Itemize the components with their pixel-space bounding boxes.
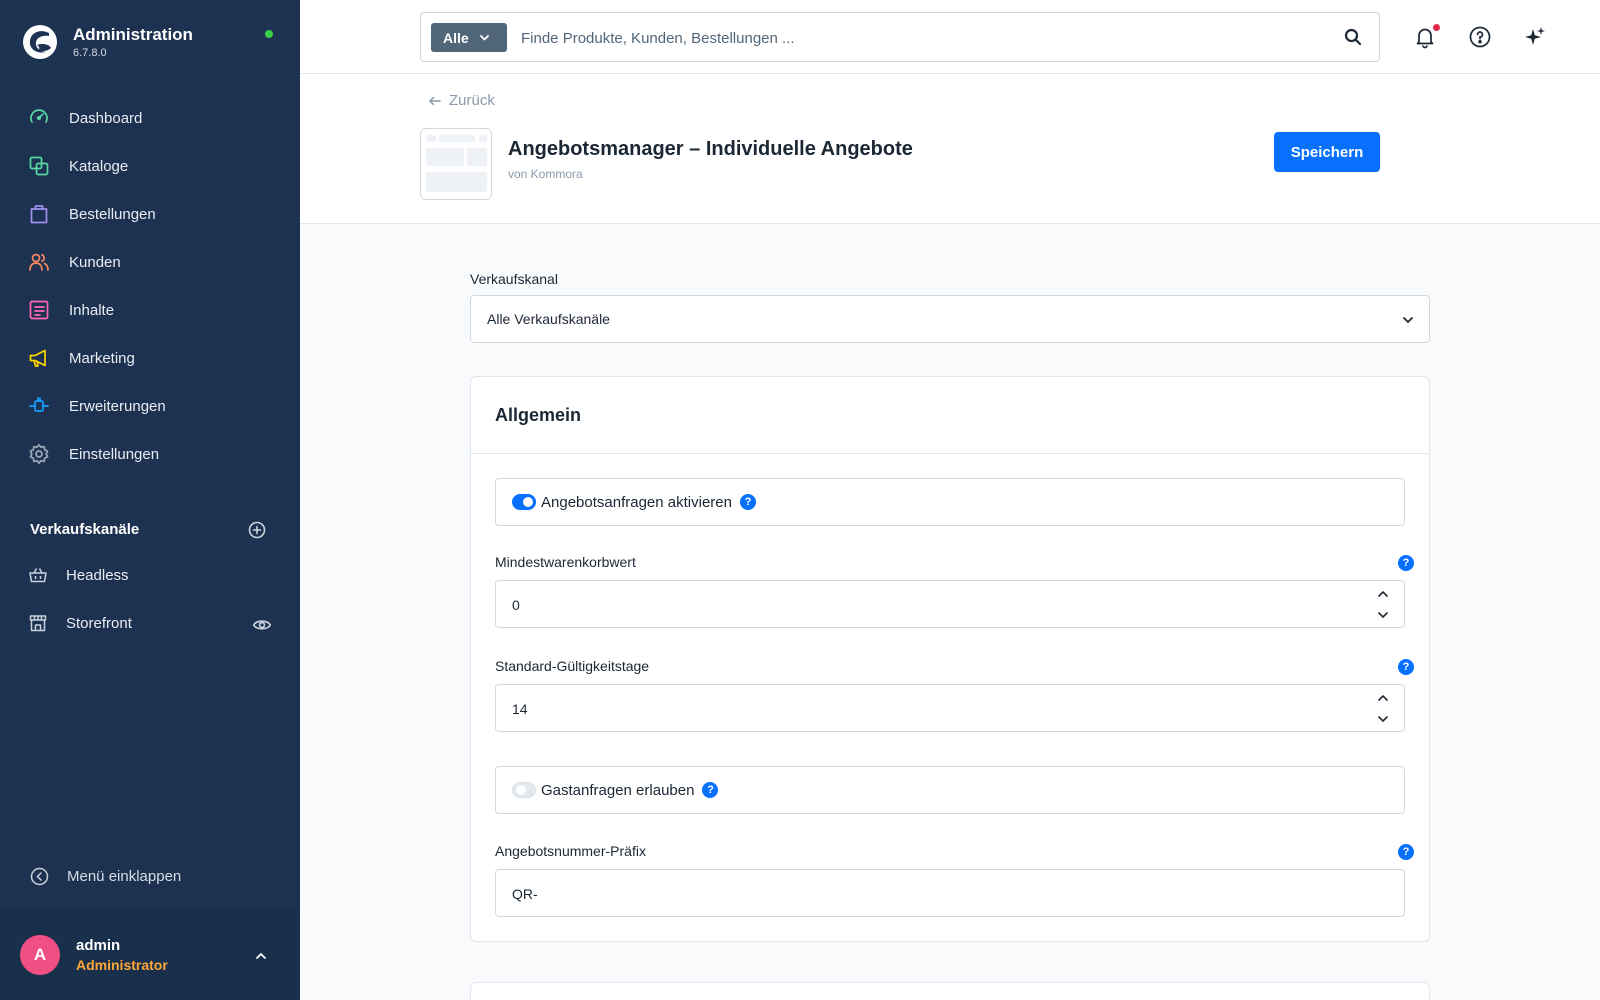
app-version: 6.7.8.0: [73, 47, 107, 59]
extension-thumbnail: [420, 128, 492, 200]
validity-days-label: Standard-Gültigkeitstage: [495, 658, 650, 674]
sidebar-item-label: Dashboard: [69, 109, 143, 127]
enable-requests-label: Angebotsanfragen aktivieren: [541, 493, 732, 511]
help-icon[interactable]: ?: [739, 494, 756, 510]
sidebar-item-customers[interactable]: Kunden: [0, 238, 300, 286]
decrement-icon[interactable]: [1376, 712, 1390, 726]
guest-requests-switch[interactable]: [512, 782, 536, 798]
sales-channel-select[interactable]: Alle Verkaufskanäle: [470, 295, 1430, 343]
chevron-down-icon: [479, 35, 489, 41]
sales-channel-headless[interactable]: Headless: [0, 551, 300, 599]
plug-icon: [29, 397, 49, 412]
main-navigation: Dashboard Kataloge Bestellungen Kunden I…: [0, 94, 300, 478]
sales-channel-label: Verkaufskanal: [470, 271, 558, 287]
catalog-icon: [29, 156, 49, 176]
search-type-dropdown[interactable]: Alle: [431, 23, 507, 52]
chevron-down-icon: [1403, 317, 1413, 323]
eye-icon[interactable]: [252, 615, 272, 635]
app-title: Administration: [73, 25, 193, 44]
gear-icon: [29, 443, 49, 465]
quote-prefix-input[interactable]: [512, 883, 1332, 905]
chevron-left-circle-icon: [30, 867, 49, 886]
help-icon[interactable]: ?: [1398, 844, 1414, 860]
sidebar-item-label: Inhalte: [69, 301, 115, 319]
ai-sparkle-icon[interactable]: [1523, 25, 1547, 49]
next-settings-card: [470, 982, 1430, 1000]
card-title: Allgemein: [495, 404, 582, 425]
customers-icon: [29, 253, 49, 271]
min-cart-field: [495, 580, 1405, 628]
help-icon[interactable]: ?: [1398, 555, 1414, 571]
page-title: Angebotsmanager – Individuelle Angebote: [508, 138, 913, 160]
validity-days-input[interactable]: [512, 698, 1332, 720]
min-cart-input[interactable]: [512, 594, 1332, 616]
quote-prefix-label: Angebotsnummer-Präfix: [495, 843, 646, 859]
page-header: Zurück Angebotsmanager – Individuelle An…: [300, 74, 1600, 224]
notification-badge: [1433, 24, 1440, 31]
arrow-left-icon: [429, 96, 441, 105]
decrement-icon[interactable]: [1376, 608, 1390, 622]
sidebar-item-dashboard[interactable]: Dashboard: [0, 94, 300, 142]
help-icon[interactable]: [1468, 25, 1492, 49]
sales-channel-list: Headless Storefront: [0, 551, 300, 647]
general-settings-card: Allgemein Angebotsanfragen aktivieren ? …: [470, 376, 1430, 942]
brand[interactable]: Administration 6.7.8.0: [22, 24, 193, 60]
quote-prefix-field: [495, 869, 1405, 917]
increment-icon[interactable]: [1376, 587, 1390, 601]
back-label: Zurück: [449, 92, 495, 109]
sidebar-item-orders[interactable]: Bestellungen: [0, 190, 300, 238]
extension-author: von Kommora: [508, 167, 583, 181]
global-search: Alle: [420, 12, 1380, 62]
sidebar-item-marketing[interactable]: Marketing: [0, 334, 300, 382]
save-button[interactable]: Speichern: [1274, 132, 1380, 172]
content-icon: [29, 300, 49, 320]
online-status-dot: [265, 30, 273, 38]
basket-icon: [29, 568, 47, 583]
dashboard-icon: [30, 109, 48, 123]
sidebar-item-label: Einstellungen: [69, 445, 160, 463]
increment-icon[interactable]: [1376, 691, 1390, 705]
sidebar-item-catalogs[interactable]: Kataloge: [0, 142, 300, 190]
user-role: Administrator: [76, 957, 168, 973]
sidebar-item-content[interactable]: Inhalte: [0, 286, 300, 334]
user-menu[interactable]: A admin Administrator: [0, 910, 300, 1000]
megaphone-icon: [29, 349, 46, 367]
validity-days-field: [495, 684, 1405, 732]
search-icon[interactable]: [1343, 27, 1363, 47]
storefront-icon: [29, 615, 47, 632]
add-sales-channel-icon[interactable]: [248, 521, 266, 539]
help-icon[interactable]: ?: [1398, 659, 1414, 675]
sales-channel-label: Headless: [66, 566, 129, 584]
search-input[interactable]: [521, 24, 1301, 52]
shopping-bag-icon: [30, 205, 48, 224]
sidebar-item-label: Erweiterungen: [69, 397, 166, 415]
sales-channels-heading: Verkaufskanäle: [30, 521, 140, 538]
enable-requests-switch[interactable]: [512, 494, 536, 510]
guest-requests-field: Gastanfragen erlauben ?: [495, 766, 1405, 814]
sidebar-item-label: Kataloge: [69, 157, 129, 175]
collapse-menu-button[interactable]: Menü einklappen: [30, 867, 181, 886]
collapse-menu-label: Menü einklappen: [67, 868, 182, 885]
back-link[interactable]: Zurück: [428, 92, 495, 109]
chevron-up-icon[interactable]: [253, 948, 269, 964]
sidebar-item-label: Kunden: [69, 253, 121, 271]
enable-requests-field: Angebotsanfragen aktivieren ?: [495, 478, 1405, 526]
avatar: A: [20, 935, 60, 975]
user-name: admin: [76, 937, 121, 954]
sidebar-item-label: Bestellungen: [69, 205, 156, 223]
sidebar-item-settings[interactable]: Einstellungen: [0, 430, 300, 478]
help-icon[interactable]: ?: [702, 782, 719, 798]
sales-channel-value: Alle Verkaufskanäle: [487, 311, 610, 327]
guest-requests-label: Gastanfragen erlauben: [541, 781, 695, 799]
search-type-label: Alle: [443, 29, 469, 46]
sidebar-item-extensions[interactable]: Erweiterungen: [0, 382, 300, 430]
sidebar-item-label: Marketing: [69, 349, 135, 367]
sales-channel-label: Storefront: [66, 614, 132, 632]
sidebar: Administration 6.7.8.0 Dashboard Katalog…: [0, 0, 300, 1000]
sales-channel-storefront[interactable]: Storefront: [0, 599, 300, 647]
shopware-logo-icon: [23, 25, 57, 59]
topbar: Alle: [300, 0, 1600, 74]
min-cart-label: Mindestwarenkorbwert: [495, 554, 636, 570]
